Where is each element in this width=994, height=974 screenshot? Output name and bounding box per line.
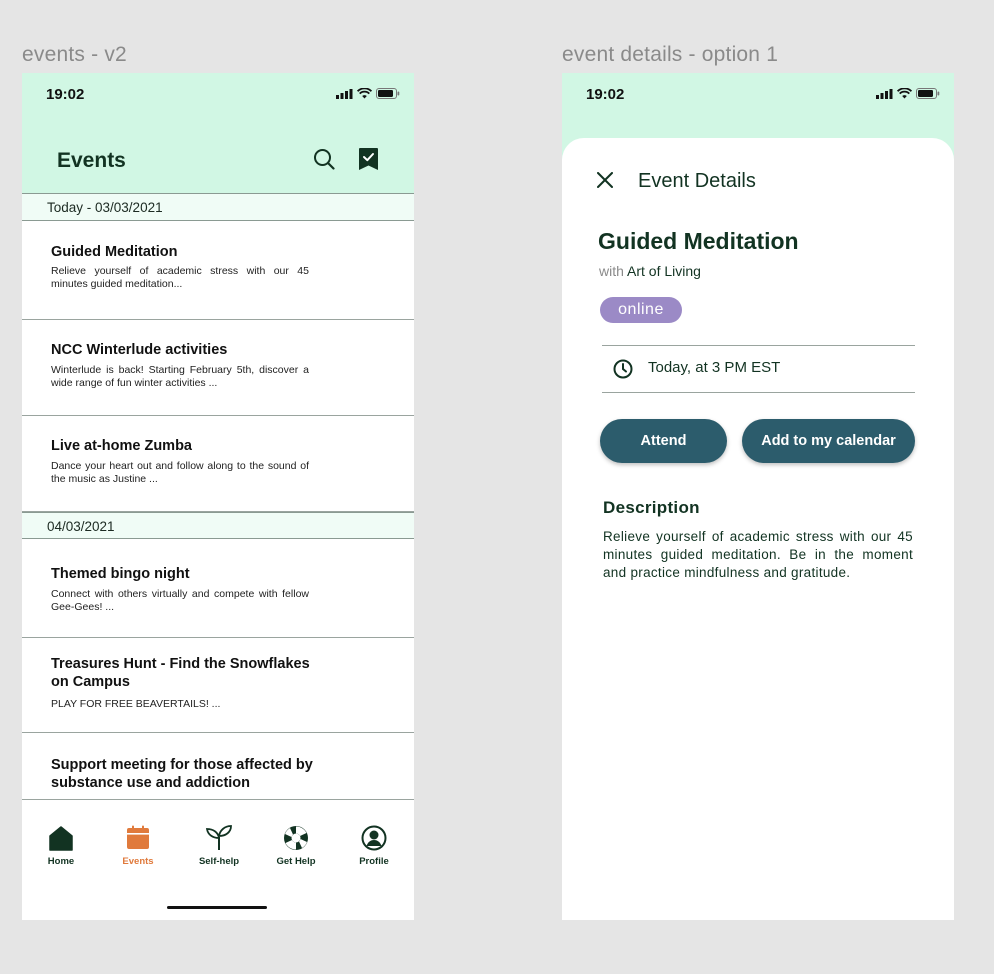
- tab-self-help[interactable]: Self-help: [189, 824, 249, 867]
- description-text: Relieve yourself of academic stress with…: [603, 529, 913, 580]
- event-item[interactable]: Live at-home Zumba Dance your heart out …: [22, 416, 414, 512]
- event-title: NCC Winterlude activities: [51, 342, 228, 358]
- lifebuoy-icon: [284, 826, 308, 850]
- status-time: 19:02: [586, 86, 625, 103]
- add-to-calendar-button[interactable]: Add to my calendar: [742, 419, 915, 463]
- event-title: Support meeting for those affected by su…: [51, 757, 313, 791]
- tab-home[interactable]: Home: [31, 824, 91, 867]
- search-icon[interactable]: [313, 148, 335, 170]
- event-details-screen: 19:02 Event Details Guided Meditation wi…: [562, 73, 954, 920]
- battery-icon: [916, 88, 940, 99]
- event-title: Live at-home Zumba: [51, 438, 192, 454]
- sheet-title: Event Details: [638, 170, 756, 192]
- calendar-icon: [127, 825, 149, 849]
- event-description: Dance your heart out and follow along to…: [51, 460, 309, 485]
- bottom-tab-bar: Home Events Self-help Get Help Profile: [22, 799, 414, 920]
- event-title: Treasures Hunt - Find the Snowflakes on …: [51, 656, 310, 690]
- status-time: 19:02: [46, 86, 85, 103]
- tab-label: Self-help: [198, 856, 240, 867]
- frame-label-event-details: event details - option 1: [562, 43, 779, 66]
- description-heading: Description: [603, 498, 700, 517]
- event-title: Guided Meditation: [598, 228, 799, 254]
- sprout-icon: [205, 825, 232, 850]
- page-title: Events: [57, 149, 126, 172]
- events-screen: 19:02 Events Today - 03/03/2021 Guided M…: [22, 73, 414, 920]
- signal-icon: [876, 88, 893, 99]
- tab-label: Home: [47, 856, 75, 867]
- tab-label: Profile: [359, 856, 389, 867]
- date-label: 04/03/2021: [47, 519, 115, 534]
- tab-events[interactable]: Events: [108, 824, 168, 867]
- event-description: Relieve yourself of academic stress with…: [51, 265, 309, 290]
- tab-profile[interactable]: Profile: [344, 824, 404, 867]
- event-item[interactable]: NCC Winterlude activities Winterlude is …: [22, 320, 414, 416]
- event-description: Connect with others virtually and compet…: [51, 588, 309, 613]
- bookmark-check-icon[interactable]: [359, 148, 378, 170]
- event-title: Themed bingo night: [51, 566, 190, 582]
- event-datetime: Today, at 3 PM EST: [648, 359, 781, 376]
- battery-icon: [376, 88, 400, 99]
- status-bar: 19:02: [562, 73, 954, 117]
- close-icon[interactable]: [597, 172, 613, 188]
- event-description: PLAY FOR FREE BEAVERTAILS! ...: [51, 698, 221, 710]
- wifi-icon: [357, 88, 372, 99]
- event-item[interactable]: Guided Meditation Relieve yourself of ac…: [22, 221, 414, 320]
- host-prefix: with: [599, 263, 624, 279]
- online-badge: online: [600, 297, 682, 323]
- event-item[interactable]: Support meeting for those affected by su…: [22, 733, 414, 800]
- event-title: Guided Meditation: [51, 244, 178, 260]
- home-icon: [49, 826, 73, 851]
- event-time-row: Today, at 3 PM EST: [602, 345, 915, 393]
- host-name: Art of Living: [627, 263, 701, 279]
- date-label: Today - 03/03/2021: [47, 200, 163, 215]
- home-indicator: [167, 906, 267, 909]
- profile-icon: [361, 825, 387, 851]
- host-line: with Art of Living: [599, 263, 701, 279]
- date-header: 04/03/2021: [22, 512, 414, 539]
- frame-label-events: events - v2: [22, 43, 127, 66]
- tab-get-help[interactable]: Get Help: [266, 824, 326, 867]
- wifi-icon: [897, 88, 912, 99]
- tab-label: Get Help: [276, 856, 316, 867]
- event-item[interactable]: Themed bingo night Connect with others v…: [22, 539, 414, 638]
- tab-label: Events: [122, 856, 154, 867]
- clock-icon: [613, 359, 633, 379]
- event-item[interactable]: Treasures Hunt - Find the Snowflakes on …: [22, 638, 414, 733]
- signal-icon: [336, 88, 353, 99]
- attend-button[interactable]: Attend: [600, 419, 727, 463]
- date-header: Today - 03/03/2021: [22, 194, 414, 221]
- status-bar: 19:02: [22, 73, 414, 117]
- event-description: Winterlude is back! Starting February 5t…: [51, 364, 309, 389]
